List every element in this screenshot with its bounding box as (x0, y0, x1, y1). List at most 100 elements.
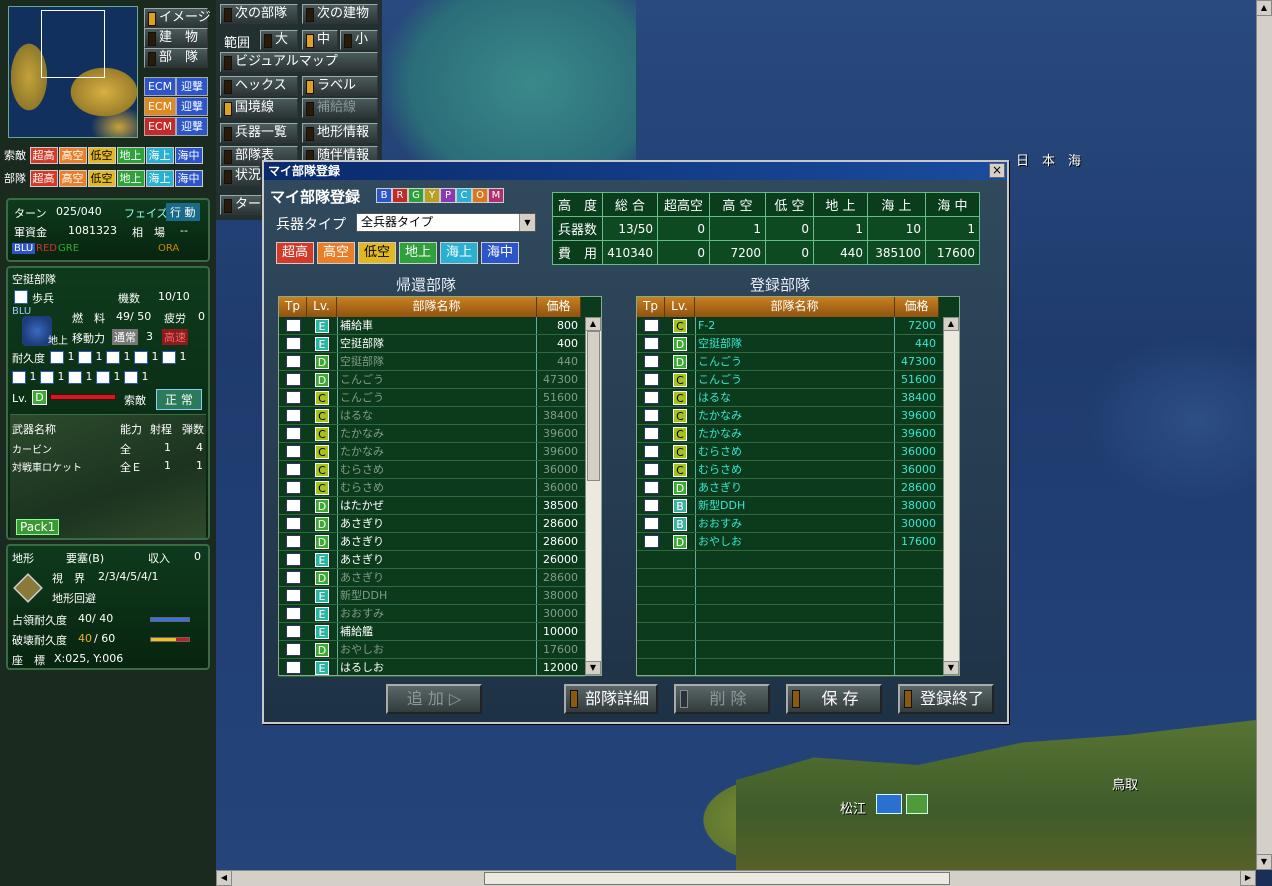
map-vertical-scrollbar[interactable]: ▲ ▼ (1256, 0, 1272, 870)
unit-row[interactable]: C こんごう 51600 (279, 389, 585, 407)
weapon-type-select[interactable]: 全兵器タイプ ▼ (356, 213, 536, 232)
unit-row[interactable]: B 新型DDH 38000 (637, 497, 943, 515)
unit-tag[interactable]: 高空 (58, 170, 87, 187)
search-tag[interactable]: 地上 (116, 147, 145, 164)
unit-row[interactable]: C はるな 38400 (279, 407, 585, 425)
scroll-left-icon[interactable]: ◀ (216, 870, 232, 886)
search-tag[interactable]: 海中 (174, 147, 203, 164)
return-unit-list[interactable]: Tp Lv. 部隊名称 価格 ▲ ▼ E 補給車 800 E 空挺部隊 400 D 空挺部隊 4… (278, 296, 602, 677)
unit-row[interactable]: C むらさめ 36000 (637, 461, 943, 479)
unit-row[interactable]: E 補給艦 10000 (279, 623, 585, 641)
unit-row[interactable]: C むらさめ 36000 (637, 443, 943, 461)
filter-super-high[interactable]: 超高 (276, 242, 314, 264)
range-large-button[interactable]: 大 (260, 30, 298, 50)
turn-end-button[interactable]: ター (220, 195, 262, 215)
ecm-row-blue[interactable]: ECM 迎撃 (144, 77, 208, 96)
registered-list-scrollbar[interactable]: ▲ ▼ (943, 317, 959, 675)
scroll-up-icon[interactable]: ▲ (943, 317, 959, 331)
delete-button[interactable]: 削 除 (674, 684, 770, 714)
return-list-scrollbar[interactable]: ▲ ▼ (585, 317, 601, 675)
supply-line-button[interactable]: 補給線 (302, 98, 378, 118)
label-button[interactable]: ラベル (302, 76, 378, 96)
chevron-down-icon[interactable]: ▼ (519, 214, 535, 231)
search-tag[interactable]: 高空 (58, 147, 87, 164)
unit-row[interactable]: B おおすみ 30000 (637, 515, 943, 533)
aircraft-unit-icon[interactable] (876, 794, 902, 814)
unit-row[interactable]: D こんごう 47300 (637, 353, 943, 371)
filter-ground[interactable]: 地上 (399, 242, 437, 264)
color-r[interactable]: R (392, 188, 408, 203)
scroll-up-icon[interactable]: ▲ (585, 317, 601, 331)
unit-row[interactable]: E あさぎり 26000 (279, 551, 585, 569)
unit-row[interactable]: D こんごう 47300 (279, 371, 585, 389)
unit-tag[interactable]: 低空 (87, 170, 116, 187)
unit-row[interactable]: D あさぎり 28600 (637, 479, 943, 497)
color-b[interactable]: B (376, 188, 392, 203)
add-button[interactable]: 追 加 ▷ (386, 684, 482, 714)
range-small-button[interactable]: 小 (340, 30, 378, 50)
color-m[interactable]: M (488, 188, 504, 203)
color-p[interactable]: P (440, 188, 456, 203)
unit-detail-button[interactable]: 部隊詳細 (564, 684, 658, 714)
unit-row[interactable]: D 空挺部隊 440 (279, 353, 585, 371)
unit-row[interactable]: E 空挺部隊 400 (279, 335, 585, 353)
terrain-info-button[interactable]: 地形情報 (302, 123, 378, 143)
minimap[interactable] (8, 6, 138, 138)
scroll-right-icon[interactable]: ▶ (1240, 870, 1256, 886)
weapons-list-button[interactable]: 兵器一覧 (220, 123, 298, 143)
hex-button[interactable]: ヘックス (220, 76, 298, 96)
registered-unit-list[interactable]: Tp Lv. 部隊名称 価格 ▲ ▼ C F-2 7200 D 空挺部隊 440 D こんごう… (636, 296, 960, 677)
unit-row[interactable]: E 補給車 800 (279, 317, 585, 335)
scroll-up-icon[interactable]: ▲ (1256, 0, 1272, 16)
unit-row[interactable]: C たかなみ 39600 (279, 443, 585, 461)
unit-row[interactable]: C たかなみ 39600 (637, 425, 943, 443)
scroll-down-icon[interactable]: ▼ (1256, 854, 1272, 870)
unit-row[interactable]: E おおすみ 30000 (279, 605, 585, 623)
unit-row[interactable]: C たかなみ 39600 (279, 425, 585, 443)
color-o[interactable]: O (472, 188, 488, 203)
filter-low[interactable]: 低空 (358, 242, 396, 264)
unit-row[interactable]: C こんごう 51600 (637, 371, 943, 389)
next-building-button[interactable]: 次の建物 (302, 4, 378, 24)
range-mid-button[interactable]: 中 (302, 30, 338, 50)
search-tag[interactable]: 海上 (145, 147, 174, 164)
unit-row[interactable]: C F-2 7200 (637, 317, 943, 335)
close-icon[interactable]: × (989, 163, 1005, 178)
minimap-viewport[interactable] (41, 10, 105, 78)
unit-row[interactable]: D はたかぜ 38500 (279, 497, 585, 515)
map-horizontal-scrollbar[interactable]: ◀ ▶ (216, 870, 1256, 886)
unit-row[interactable]: D あさぎり 28600 (279, 515, 585, 533)
filter-surface[interactable]: 海上 (440, 242, 478, 264)
scroll-down-icon[interactable]: ▼ (943, 661, 959, 675)
scroll-thumb[interactable] (484, 872, 950, 885)
unit-tag[interactable]: 海中 (174, 170, 203, 187)
unit-row[interactable]: D あさぎり 28600 (279, 569, 585, 587)
unit-row[interactable]: D 空挺部隊 440 (637, 335, 943, 353)
infantry-unit-icon[interactable] (906, 794, 928, 814)
visual-map-button[interactable]: ビジュアルマップ (220, 52, 378, 72)
image-view-button[interactable]: イメージ (144, 8, 211, 28)
unit-row[interactable]: D あさぎり 28600 (279, 533, 585, 551)
unit-row[interactable]: C むらさめ 36000 (279, 461, 585, 479)
scroll-thumb[interactable] (587, 331, 600, 481)
unit-tag[interactable]: 超高 (29, 170, 58, 187)
unit-row[interactable]: C はるな 38400 (637, 389, 943, 407)
unit-tag[interactable]: 海上 (145, 170, 174, 187)
border-button[interactable]: 国境線 (220, 98, 298, 118)
save-button[interactable]: 保 存 (786, 684, 882, 714)
ecm-row-orange[interactable]: ECM 迎撃 (144, 97, 208, 116)
color-c[interactable]: C (456, 188, 472, 203)
filter-high[interactable]: 高空 (317, 242, 355, 264)
ecm-row-red[interactable]: ECM 迎撃 (144, 117, 208, 136)
unit-row[interactable]: D おやしお 17600 (637, 533, 943, 551)
status-button[interactable]: 状況 (220, 166, 261, 186)
building-view-button[interactable]: 建 物 (144, 28, 208, 48)
pack-button[interactable]: Pack1 (16, 519, 60, 535)
next-unit-button[interactable]: 次の部隊 (220, 4, 298, 24)
color-y[interactable]: Y (424, 188, 440, 203)
scroll-down-icon[interactable]: ▼ (585, 661, 601, 675)
unit-row[interactable]: C むらさめ 36000 (279, 479, 585, 497)
search-tag[interactable]: 超高 (29, 147, 58, 164)
unit-tag[interactable]: 地上 (116, 170, 145, 187)
search-tag[interactable]: 低空 (87, 147, 116, 164)
